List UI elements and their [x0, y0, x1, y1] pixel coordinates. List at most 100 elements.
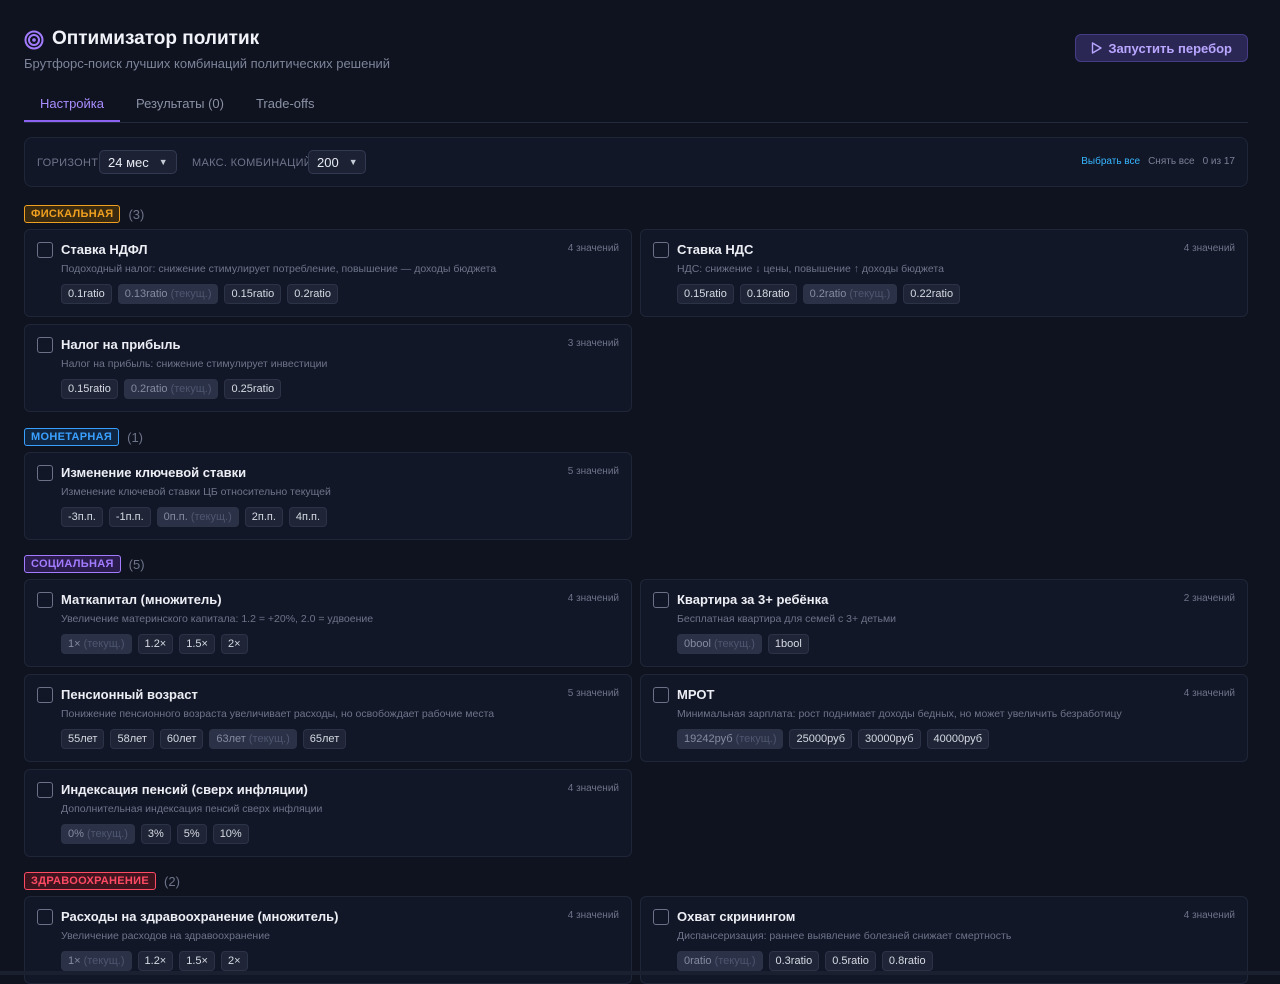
value-chip-current[interactable]: 19242руб (текущ.): [677, 729, 784, 749]
value-chip[interactable]: 0.8ratio: [881, 951, 933, 971]
value-chip[interactable]: 0.15ratio: [677, 284, 734, 304]
value-chip[interactable]: -3п.п.: [61, 507, 103, 527]
policy-checkbox[interactable]: [37, 242, 53, 258]
value-chip[interactable]: 30000руб: [858, 729, 921, 749]
value-chip-current[interactable]: 63лет (текущ.): [209, 729, 297, 749]
value-chip[interactable]: 1bool: [767, 634, 809, 654]
value-chip[interactable]: 0.3ratio: [768, 951, 820, 971]
selected-count: 0 из 17: [1202, 156, 1235, 167]
value-chip[interactable]: 1.2×: [137, 634, 174, 654]
policy-checkbox[interactable]: [37, 337, 53, 353]
policy-card[interactable]: Ставка НДФЛ 4 значений Подоходный налог: с…: [24, 229, 632, 317]
value-chip-current[interactable]: 0ratio (текущ.): [677, 951, 763, 971]
value-chip[interactable]: 0.5ratio: [825, 951, 876, 971]
policy-card[interactable]: Маткапитал (множитель) 4 значений Увеличен…: [24, 579, 632, 667]
value-chip[interactable]: 0.25ratio: [224, 379, 282, 399]
policy-value-count: 5 значений: [567, 466, 619, 477]
value-chip[interactable]: 65лет: [302, 729, 347, 749]
value-chip[interactable]: 0.2ratio: [287, 284, 338, 304]
select-all-link[interactable]: Выбрать все: [1081, 156, 1140, 167]
policy-card[interactable]: Ставка НДС 4 значений НДС: снижение ↓ цены…: [640, 229, 1248, 317]
value-chip-current[interactable]: 1× (текущ.): [61, 951, 132, 971]
value-chip[interactable]: 4п.п.: [288, 507, 328, 527]
policy-checkbox[interactable]: [37, 782, 53, 798]
value-chip-label: 2×: [227, 955, 241, 967]
value-chip[interactable]: 0.22ratio: [903, 284, 961, 304]
policy-checkbox[interactable]: [37, 687, 53, 703]
value-chip[interactable]: 0.1ratio: [61, 284, 112, 304]
value-chip-label: 0.15ratio: [68, 383, 111, 395]
policy-description: НДС: снижение ↓ цены, повышение ↑ доходы…: [677, 263, 944, 275]
policy-card[interactable]: Пенсионный возраст 5 значений Понижение пе…: [24, 674, 632, 762]
value-chip-label: 60лет: [166, 733, 197, 745]
clear-all-link[interactable]: Снять все: [1148, 156, 1195, 167]
policy-checkbox[interactable]: [37, 465, 53, 481]
value-chip[interactable]: 2×: [220, 634, 248, 654]
value-chip[interactable]: 2п.п.: [244, 507, 283, 527]
current-value-note: (текущ.): [713, 638, 755, 650]
selection-controls: Выбрать все Снять все 0 из 17: [1081, 156, 1235, 167]
value-chip[interactable]: 2×: [220, 951, 248, 971]
tab-results[interactable]: Результаты (0): [120, 86, 240, 122]
value-chip-label: 4п.п.: [295, 511, 321, 523]
value-chip-label: 30000руб: [865, 733, 914, 745]
policy-grid: Ставка НДФЛ 4 значений Подоходный налог: с…: [24, 229, 1248, 412]
value-chip-label: 40000руб: [933, 733, 983, 745]
value-chip[interactable]: 5%: [176, 824, 207, 844]
value-chip[interactable]: 1.5×: [179, 634, 215, 654]
policy-checkbox[interactable]: [37, 592, 53, 608]
policy-checkbox[interactable]: [653, 909, 669, 925]
horizon-value: 24 мес: [108, 154, 149, 170]
max-combinations-select[interactable]: 200 ▼: [308, 150, 366, 174]
category-section: СОЦИАЛЬНАЯ (5) Маткапитал (множитель) 4 зна…: [24, 554, 1248, 857]
policy-title: МРОТ: [677, 687, 715, 702]
value-chip-label: 1bool: [774, 638, 802, 650]
policy-card[interactable]: Индексация пенсий (сверх инфляции) 4 знач…: [24, 769, 632, 857]
policy-checkbox[interactable]: [653, 242, 669, 258]
horizon-select[interactable]: 24 мес ▼: [99, 150, 177, 174]
value-chip-current[interactable]: 0.2ratio (текущ.): [123, 379, 219, 399]
value-chip[interactable]: 25000руб: [789, 729, 852, 749]
value-chip-current[interactable]: 0bool (текущ.): [677, 634, 762, 654]
value-chips: 55лет 58лет 60лет 63лет (текущ.) 65лет: [61, 729, 347, 749]
policy-card[interactable]: Изменение ключевой ставки 5 значений Измен…: [24, 452, 632, 540]
value-chip-label: 0.15ratio: [684, 288, 727, 300]
value-chip[interactable]: 60лет: [159, 729, 204, 749]
value-chip[interactable]: 58лет: [110, 729, 154, 749]
category-count: (3): [128, 206, 145, 222]
policy-card[interactable]: Налог на прибыль 3 значений Налог на прибы…: [24, 324, 632, 412]
value-chip-current[interactable]: 0% (текущ.): [61, 824, 135, 844]
value-chip[interactable]: 10%: [212, 824, 249, 844]
tab-settings[interactable]: Настройка: [24, 86, 120, 122]
settings-toolbar: ГОРИЗОНТ 24 мес ▼ МАКС. КОМБИНАЦИЙ 200 ▼…: [24, 137, 1248, 187]
value-chip-current[interactable]: 1× (текущ.): [61, 634, 132, 654]
policy-checkbox[interactable]: [37, 909, 53, 925]
value-chip[interactable]: -1п.п.: [108, 507, 151, 527]
policy-value-count: 4 значений: [567, 910, 619, 921]
value-chip-current[interactable]: 0п.п. (текущ.): [156, 507, 239, 527]
policy-checkbox[interactable]: [653, 592, 669, 608]
value-chip-current[interactable]: 0.2ratio (текущ.): [802, 284, 898, 304]
value-chip[interactable]: 0.15ratio: [224, 284, 282, 304]
value-chip[interactable]: 0.15ratio: [61, 379, 118, 399]
value-chip[interactable]: 55лет: [61, 729, 105, 749]
run-search-button[interactable]: Запустить перебор: [1075, 34, 1248, 62]
policy-checkbox[interactable]: [653, 687, 669, 703]
value-chip-label: 0.22ratio: [910, 288, 954, 300]
value-chip[interactable]: 0.18ratio: [739, 284, 797, 304]
policy-card[interactable]: Квартира за 3+ ребёнка 2 значений Бесплатн…: [640, 579, 1248, 667]
value-chip[interactable]: 1.2×: [137, 951, 174, 971]
value-chip-label: 1.2×: [144, 638, 167, 650]
value-chip-current[interactable]: 0.13ratio (текущ.): [117, 284, 219, 304]
value-chip[interactable]: 1.5×: [179, 951, 215, 971]
tab-tradeoffs[interactable]: Trade-offs: [240, 86, 331, 122]
value-chip[interactable]: 3%: [140, 824, 171, 844]
tab-bar: Настройка Результаты (0) Trade-offs: [24, 86, 1248, 123]
category-section: ФИСКАЛЬНАЯ (3) Ставка НДФЛ 4 значений Подохо…: [24, 204, 1248, 412]
value-chip-label: 1.5×: [186, 638, 208, 650]
value-chip[interactable]: 40000руб: [926, 729, 990, 749]
horizon-label: ГОРИЗОНТ: [37, 157, 99, 169]
policy-card[interactable]: МРОТ 4 значений Минимальная зарплата: рост…: [640, 674, 1248, 762]
category-count: (5): [128, 556, 145, 572]
value-chip-label: 0bool: [684, 638, 711, 650]
